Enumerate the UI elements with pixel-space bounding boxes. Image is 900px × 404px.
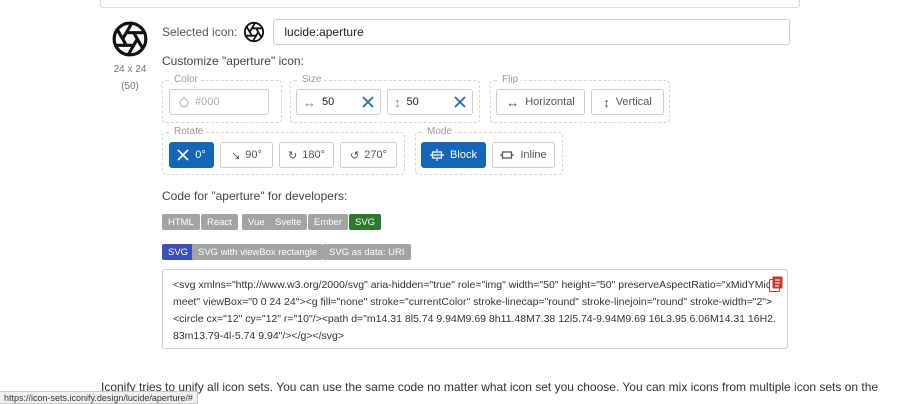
mode-block-button[interactable]: Block [421, 142, 486, 168]
width-value: 50 [322, 96, 335, 108]
tab-svelte[interactable]: Svelte [269, 214, 308, 230]
footer-description: Iconify tries to unify all icon sets. Yo… [101, 380, 879, 394]
customize-title: Customize "aperture" icon: [162, 54, 304, 68]
vertical-arrows-icon: ↕ [603, 94, 610, 110]
rotate-180-icon: ↻ [288, 149, 298, 162]
icon-preview-column: 24 x 24 (50) [108, 20, 152, 92]
rotate-270-icon: ↺ [350, 149, 360, 162]
rotate-90-icon: ↘ [231, 149, 241, 162]
flip-legend: Flip [502, 74, 519, 85]
selected-icon-label: Selected icon: [162, 25, 238, 39]
color-legend: Color [174, 74, 198, 85]
color-placeholder: #000 [195, 96, 220, 108]
rotate-270-button[interactable]: ↺ 270° [340, 142, 397, 168]
variant-svg-data-uri[interactable]: SVG as data: URI [323, 244, 411, 260]
rotate-90-label: 90° [245, 149, 262, 161]
droplet-icon [179, 96, 189, 108]
tab-ember[interactable]: Ember [308, 214, 348, 230]
selected-icon-row: Selected icon: lucide:aperture [162, 18, 790, 46]
block-mode-icon [430, 149, 445, 161]
mode-legend: Mode [427, 126, 453, 137]
icon-dimensions: 24 x 24 [113, 64, 147, 75]
rotate-legend: Rotate [174, 126, 204, 137]
clear-height-icon[interactable] [454, 96, 466, 108]
aperture-icon [244, 21, 265, 43]
code-snippet: <svg xmlns="http://www.w3.org/2000/svg" … [173, 279, 776, 342]
inline-mode-icon [500, 151, 515, 159]
selected-icon-value: lucide:aperture [284, 25, 364, 39]
tab-svg[interactable]: SVG [349, 214, 382, 230]
flip-vertical-label: Vertical [615, 96, 652, 108]
variant-svg[interactable]: SVG [162, 244, 195, 260]
flip-vertical-button[interactable]: ↕ Vertical [591, 89, 664, 115]
tab-vue[interactable]: Vue [242, 214, 271, 230]
tab-react[interactable]: React [201, 214, 238, 230]
code-title: Code for "aperture" for developers: [162, 189, 348, 203]
aperture-icon [112, 21, 148, 57]
flip-horizontal-button[interactable]: ↔ Horizontal [496, 89, 585, 115]
mode-block-label: Block [450, 149, 477, 161]
rotate-0-label: 0° [195, 149, 206, 161]
rotate-270-label: 270° [364, 149, 387, 161]
vertical-resize-icon: ↕ [394, 94, 401, 110]
close-icon [177, 149, 189, 161]
tab-html[interactable]: HTML [162, 214, 200, 230]
selected-icon-input[interactable]: lucide:aperture [273, 19, 790, 45]
horizontal-resize-icon: ↔ [303, 94, 316, 110]
mode-inline-button[interactable]: Inline [492, 142, 555, 168]
rotate-0-button[interactable]: 0° [169, 142, 214, 168]
previous-section-frame [100, 0, 800, 8]
height-input[interactable]: ↕ 50 [387, 89, 473, 115]
height-value: 50 [406, 96, 419, 108]
color-input[interactable]: #000 [169, 89, 269, 115]
status-bar-url: https://icon-sets.iconify.design/lucide/… [0, 391, 198, 404]
rotate-180-button[interactable]: ↻ 180° [279, 142, 334, 168]
size-legend: Size [302, 74, 322, 85]
mode-inline-label: Inline [520, 149, 547, 161]
width-input[interactable]: ↔ 50 [296, 89, 381, 115]
variant-svg-viewbox[interactable]: SVG with viewBox rectangle [192, 244, 324, 260]
copy-icon[interactable] [769, 276, 783, 292]
rotate-180-label: 180° [302, 149, 325, 161]
code-snippet-box[interactable]: <svg xmlns="http://www.w3.org/2000/svg" … [162, 269, 788, 349]
rotate-90-button[interactable]: ↘ 90° [220, 142, 273, 168]
flip-horizontal-label: Horizontal [525, 96, 575, 108]
icon-customizer-panel: Selected icon: lucide:aperture Customize… [162, 18, 790, 349]
clear-width-icon[interactable] [362, 96, 374, 108]
icon-count: (50) [121, 81, 139, 92]
horizontal-arrows-icon: ↔ [506, 94, 520, 110]
